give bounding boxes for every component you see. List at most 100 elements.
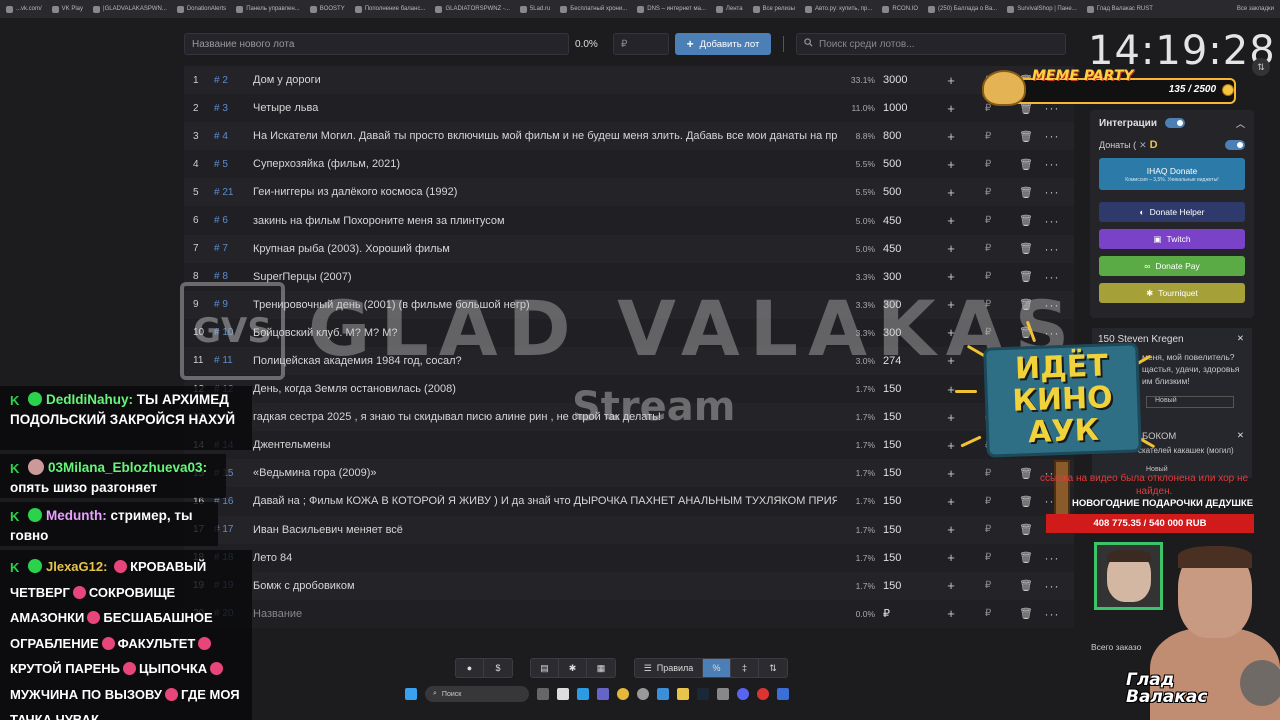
bug-icon[interactable]: ✱ — [559, 659, 587, 677]
plus-icon[interactable]: + — [939, 325, 963, 340]
lot-amount[interactable]: 150 — [883, 495, 939, 507]
integrations-toggle[interactable] — [1164, 118, 1185, 128]
lot-name[interactable]: Дом у дороги — [253, 74, 837, 86]
lot-add-amount-input[interactable]: ₽ — [963, 496, 1013, 507]
tourniquet-button[interactable]: ✱ Tourniquet — [1099, 283, 1245, 303]
close-icon[interactable]: ✕ — [1139, 140, 1147, 151]
trash-icon[interactable]: 🗑 — [1013, 130, 1039, 143]
lot-add-amount-input[interactable]: ₽ — [963, 131, 1013, 142]
lot-name[interactable]: Геи-ниггеры из далёкого космоса (1992) — [253, 186, 837, 198]
lot-name[interactable]: Полицейская академия 1984 год, сосал? — [253, 355, 837, 367]
lot-amount[interactable]: 150 — [883, 439, 939, 451]
trash-icon[interactable]: 🗑 — [1013, 495, 1039, 508]
sort-toggle[interactable]: ⇅ — [759, 659, 787, 677]
plus-icon[interactable]: + — [939, 438, 963, 453]
steam-icon[interactable] — [697, 688, 709, 700]
split-toggle[interactable]: ‡ — [731, 659, 759, 677]
lot-name[interactable]: Название — [253, 608, 837, 620]
lot-add-amount-input[interactable]: ₽ — [963, 468, 1013, 479]
task-view-icon[interactable] — [537, 688, 549, 700]
lot-name[interactable]: Лето 84 — [253, 552, 837, 564]
new-lot-name-input[interactable]: Название нового лота — [184, 33, 569, 55]
donate-helper-button[interactable]: ◐ Donate Helper — [1099, 202, 1245, 222]
more-icon[interactable]: ··· — [1039, 579, 1065, 593]
more-icon[interactable]: ··· — [1039, 551, 1065, 565]
lot-add-amount-input[interactable]: ₽ — [963, 580, 1013, 591]
lot-name[interactable]: гадкая сестра 2025 , я знаю ты скидывал … — [253, 411, 837, 423]
more-icon[interactable]: ··· — [1039, 185, 1065, 199]
chevron-up-icon[interactable]: ︿ — [1236, 117, 1245, 130]
windows-start-icon[interactable] — [405, 688, 417, 700]
save-icon[interactable]: ▤ — [531, 659, 559, 677]
donate-pay-button[interactable]: ∞ Donate Pay — [1099, 256, 1245, 276]
lot-amount[interactable]: 1000 — [883, 102, 939, 114]
lot-name[interactable]: Бомж с дробовиком — [253, 580, 837, 592]
plus-icon[interactable]: + — [939, 157, 963, 172]
trash-icon[interactable]: 🗑 — [1013, 467, 1039, 480]
lot-name[interactable]: День, когда Земля остановилась (2008) — [253, 383, 837, 395]
lot-amount[interactable]: 150 — [883, 524, 939, 536]
bookmark-item[interactable]: Все релизы — [752, 5, 795, 13]
notification-status[interactable]: Новый — [1146, 396, 1234, 408]
lot-amount[interactable]: 500 — [883, 186, 939, 198]
app-icon[interactable] — [717, 688, 729, 700]
trash-icon[interactable]: 🗑 — [1013, 607, 1039, 620]
plus-icon[interactable]: + — [939, 241, 963, 256]
bookmark-item[interactable]: GLADIATORSPWNZ -... — [435, 5, 510, 13]
lot-amount[interactable]: 300 — [883, 327, 939, 339]
bookmark-item[interactable]: RCON.IO — [882, 5, 918, 13]
app-icon[interactable] — [757, 688, 769, 700]
bookmark-item[interactable]: Глад Валакас RUST — [1086, 5, 1153, 13]
bookmark-item[interactable]: BOOSTY — [309, 5, 345, 13]
bookmark-item[interactable]: 5Lad.ru — [519, 5, 550, 13]
trash-icon[interactable]: 🗑 — [1013, 579, 1039, 592]
plus-icon[interactable]: + — [939, 101, 963, 116]
bookmark-item[interactable]: DNS – интернет ма... — [637, 5, 706, 13]
more-icon[interactable]: ··· — [1039, 242, 1065, 256]
more-icon[interactable]: ··· — [1039, 214, 1065, 228]
lot-add-amount-input[interactable]: ₽ — [963, 608, 1013, 619]
ihaq-donate-button[interactable]: IHAQ Donate Комиссия – 3,5%. Уникальные … — [1099, 158, 1245, 190]
chrome-icon[interactable] — [617, 688, 629, 700]
lot-amount[interactable]: 800 — [883, 130, 939, 142]
lot-amount[interactable]: 300 — [883, 271, 939, 283]
plus-icon[interactable]: + — [939, 550, 963, 565]
bookmark-item[interactable]: Бесплатный хрони... — [560, 5, 627, 13]
lot-amount[interactable]: 450 — [883, 243, 939, 255]
trash-icon[interactable]: 🗑 — [1013, 270, 1039, 283]
edge-icon[interactable] — [577, 688, 589, 700]
plus-icon[interactable]: + — [939, 297, 963, 312]
trash-icon[interactable]: 🗑 — [1013, 186, 1039, 199]
trash-icon[interactable]: 🗑 — [1013, 242, 1039, 255]
folder-icon[interactable] — [677, 688, 689, 700]
dollar-button[interactable]: $ — [484, 659, 512, 677]
plus-icon[interactable]: + — [939, 410, 963, 425]
donations-toggle[interactable] — [1225, 140, 1245, 150]
lot-add-amount-input[interactable]: ₽ — [963, 187, 1013, 198]
lot-add-amount-input[interactable]: ₽ — [963, 215, 1013, 226]
more-icon[interactable]: ··· — [1039, 129, 1065, 143]
lot-name[interactable]: «Ведьмина гора (2009)» — [253, 467, 837, 479]
trash-icon[interactable]: 🗑 — [1013, 158, 1039, 171]
lot-amount[interactable]: ₽ — [883, 607, 939, 620]
trash-icon[interactable]: 🗑 — [1013, 551, 1039, 564]
plus-icon[interactable]: + — [939, 353, 963, 368]
lot-add-amount-input[interactable]: ₽ — [963, 327, 1013, 338]
search-lots-input[interactable]: Поиск среди лотов... — [796, 33, 1066, 55]
lot-name[interactable]: Суперхозяйка (фильм, 2021) — [253, 158, 837, 170]
bookmark-item[interactable]: SurvivalShop | Пане... — [1007, 5, 1077, 13]
trash-icon[interactable]: 🗑 — [1013, 523, 1039, 536]
bookmark-item[interactable]: |GLADVALAKASPWN... — [93, 5, 167, 13]
close-icon[interactable]: ✕ — [1237, 430, 1244, 441]
lot-amount[interactable]: 150 — [883, 411, 939, 423]
lot-amount[interactable]: 274 — [883, 355, 939, 367]
lot-name[interactable]: На Искатели Могил. Давай ты просто включ… — [253, 130, 837, 142]
lot-amount[interactable]: 450 — [883, 215, 939, 227]
bookmark-item[interactable]: VK Play — [51, 5, 83, 13]
stats-icon[interactable]: ▦ — [587, 659, 615, 677]
plus-icon[interactable]: + — [939, 578, 963, 593]
lot-name[interactable]: Крупная рыба (2003). Хороший фильм — [253, 243, 837, 255]
add-lot-button[interactable]: + Добавить лот — [675, 33, 771, 55]
bookmark-item[interactable]: Панель управлен... — [236, 5, 300, 13]
github-icon[interactable]: ● — [456, 659, 484, 677]
